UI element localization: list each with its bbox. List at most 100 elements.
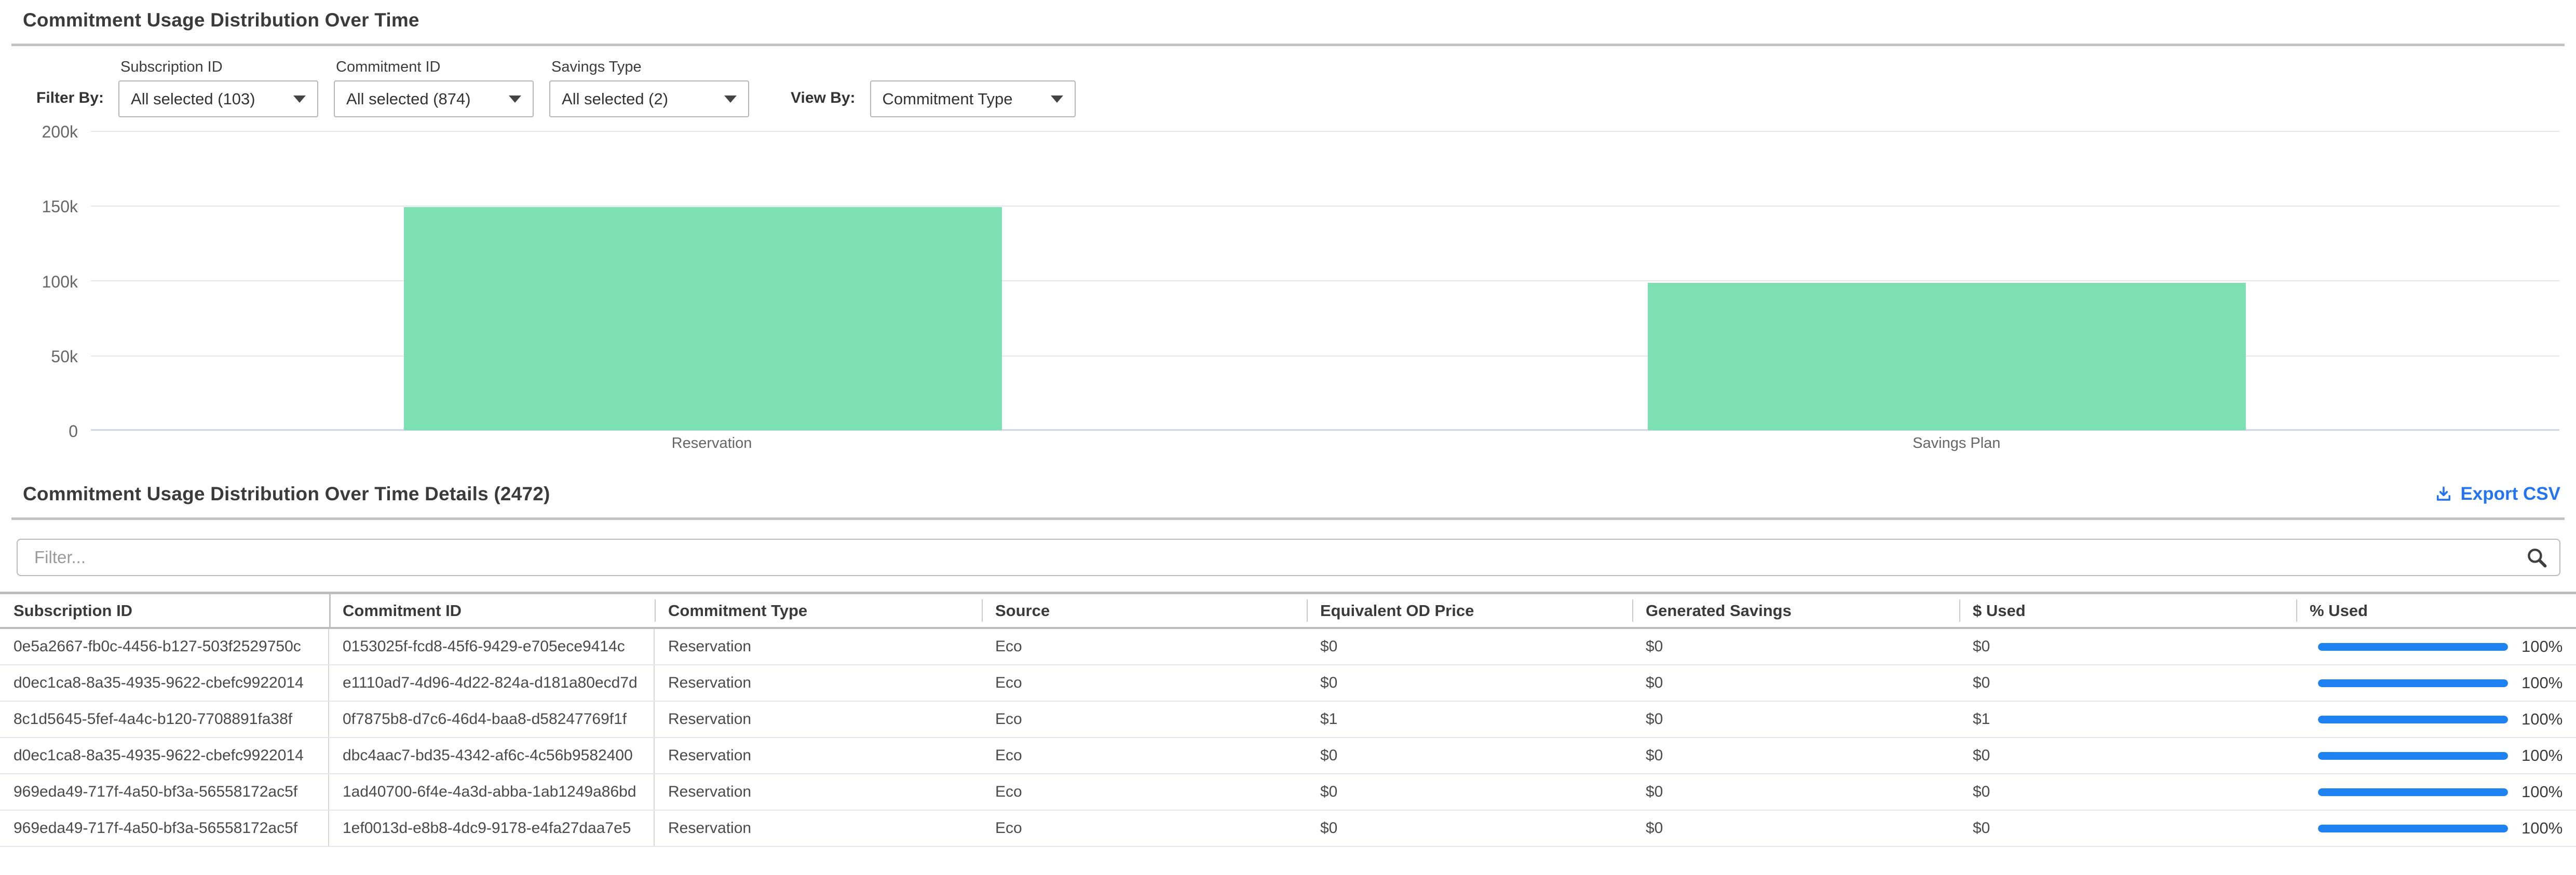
view-by-dropdown[interactable]: Commitment Type [870,80,1076,117]
column-header-commitment-id: Commitment ID [329,594,655,627]
cell-percent-used: 100% [2296,774,2576,810]
subscription-id-filter-group: Subscription ID All selected (103) [118,59,318,117]
cell-dollar-used: $0 [1959,629,2296,664]
y-axis-tick: 100k [21,272,78,292]
gridline [91,131,2559,132]
column-header-source: Source [982,594,1307,627]
cell-subscription-id: 969eda49-717f-4a50-bf3a-56558172ac5f [0,774,329,810]
details-title: Commitment Usage Distribution Over Time … [23,483,550,505]
chevron-down-icon [509,95,521,103]
cell-source: Eco [982,774,1307,810]
cell-dollar-used: $0 [1959,811,2296,846]
cell-od-price: $1 [1307,702,1632,737]
progress-bar [2318,643,2508,651]
cell-commitment-type: Reservation [655,738,982,773]
cell-percent-used: 100% [2296,629,2576,664]
chevron-down-icon [724,95,737,103]
export-csv-label: Export CSV [2460,484,2560,504]
cell-generated-savings: $0 [1632,702,1959,737]
cell-commitment-id: 1ef0013d-e8b8-4dc9-9178-e4fa27daa7e5 [329,811,655,846]
cell-source: Eco [982,811,1307,846]
cell-commitment-id: 0f7875b8-d7c6-46d4-baa8-d58247769f1f [329,702,655,737]
table-row: 0e5a2667-fb0c-4456-b127-503f2529750c 015… [0,629,2576,665]
chevron-down-icon [293,95,306,103]
cell-percent-used: 100% [2296,738,2576,773]
column-header-subscription-id: Subscription ID [0,594,329,627]
cell-commitment-type: Reservation [655,629,982,664]
cell-dollar-used: $0 [1959,738,2296,773]
export-csv-button[interactable]: Export CSV [2434,484,2560,504]
table-row: 8c1d5645-5fef-4a4c-b120-7708891fa38f 0f7… [0,702,2576,738]
commitment-id-filter-label: Commitment ID [336,59,534,76]
cell-commitment-id: 1ad40700-6f4e-4a3d-abba-1ab1249a86bd [329,774,655,810]
view-by-label: View By: [791,89,856,107]
percent-used-label: 100% [2521,637,2563,656]
subscription-id-dropdown-value: All selected (103) [131,90,287,108]
column-header-equivalent-od-price: Equivalent OD Price [1307,594,1632,627]
cell-generated-savings: $0 [1632,629,1959,664]
progress-bar-fill [2318,752,2508,760]
progress-bar [2318,679,2508,687]
table-row: d0ec1ca8-8a35-4935-9622-cbefc9922014 e11… [0,665,2576,702]
cell-od-price: $0 [1307,811,1632,846]
cell-source: Eco [982,665,1307,701]
table-body: 0e5a2667-fb0c-4456-b127-503f2529750c 015… [0,629,2576,847]
cell-dollar-used: $0 [1959,774,2296,810]
cell-commitment-type: Reservation [655,811,982,846]
filter-by-label: Filter By: [36,89,104,107]
x-axis-label-savings-plan: Savings Plan [1649,435,2264,452]
cell-commitment-id: 0153025f-fcd8-45f6-9429-e705ece9414c [329,629,655,664]
percent-used-label: 100% [2521,674,2563,692]
column-header-percent-used: % Used [2296,594,2576,627]
cell-commitment-type: Reservation [655,665,982,701]
column-header-commitment-type: Commitment Type [655,594,982,627]
cell-source: Eco [982,702,1307,737]
progress-bar-fill [2318,825,2508,832]
progress-bar [2318,825,2508,832]
y-axis-tick: 200k [21,122,78,142]
cell-commitment-type: Reservation [655,702,982,737]
progress-bar-fill [2318,716,2508,723]
progress-bar-fill [2318,788,2508,796]
commitment-id-dropdown-value: All selected (874) [346,90,503,108]
y-axis-tick: 0 [21,422,78,441]
cell-generated-savings: $0 [1632,738,1959,773]
progress-bar [2318,752,2508,760]
table-header-row: Subscription ID Commitment ID Commitment… [0,592,2576,629]
commitment-usage-bar-chart: 200k 150k 100k 50k 0 Reservation Savings… [21,117,2560,462]
cell-subscription-id: 0e5a2667-fb0c-4456-b127-503f2529750c [0,629,329,664]
percent-used-label: 100% [2521,819,2563,838]
cell-source: Eco [982,629,1307,664]
cell-subscription-id: 969eda49-717f-4a50-bf3a-56558172ac5f [0,811,329,846]
percent-used-label: 100% [2521,783,2563,801]
cell-generated-savings: $0 [1632,811,1959,846]
chart-plot-area [91,131,2559,430]
gridline [91,206,2559,207]
savings-type-dropdown[interactable]: All selected (2) [549,80,749,117]
filter-bar: Filter By: Subscription ID All selected … [36,59,2576,117]
bar-savings-plan [1648,283,2246,430]
cell-source: Eco [982,738,1307,773]
savings-type-filter-group: Savings Type All selected (2) [549,59,749,117]
commitment-id-dropdown[interactable]: All selected (874) [334,80,534,117]
search-icon[interactable] [2525,546,2548,569]
cell-od-price: $0 [1307,629,1632,664]
cell-od-price: $0 [1307,665,1632,701]
column-header-dollar-used: $ Used [1959,594,2296,627]
savings-type-dropdown-value: All selected (2) [562,90,718,108]
chevron-down-icon [1051,95,1063,103]
table-row: d0ec1ca8-8a35-4935-9622-cbefc9922014 dbc… [0,738,2576,774]
details-table: Subscription ID Commitment ID Commitment… [0,592,2576,847]
savings-type-filter-label: Savings Type [551,59,749,76]
progress-bar [2318,788,2508,796]
cell-subscription-id: d0ec1ca8-8a35-4935-9622-cbefc9922014 [0,738,329,773]
cell-dollar-used: $1 [1959,702,2296,737]
cell-percent-used: 100% [2296,665,2576,701]
subscription-id-dropdown[interactable]: All selected (103) [118,80,318,117]
cell-dollar-used: $0 [1959,665,2296,701]
cell-subscription-id: 8c1d5645-5fef-4a4c-b120-7708891fa38f [0,702,329,737]
cell-generated-savings: $0 [1632,774,1959,810]
view-by-dropdown-value: Commitment Type [883,90,1045,108]
table-filter-input[interactable] [17,539,2560,576]
cell-od-price: $0 [1307,738,1632,773]
